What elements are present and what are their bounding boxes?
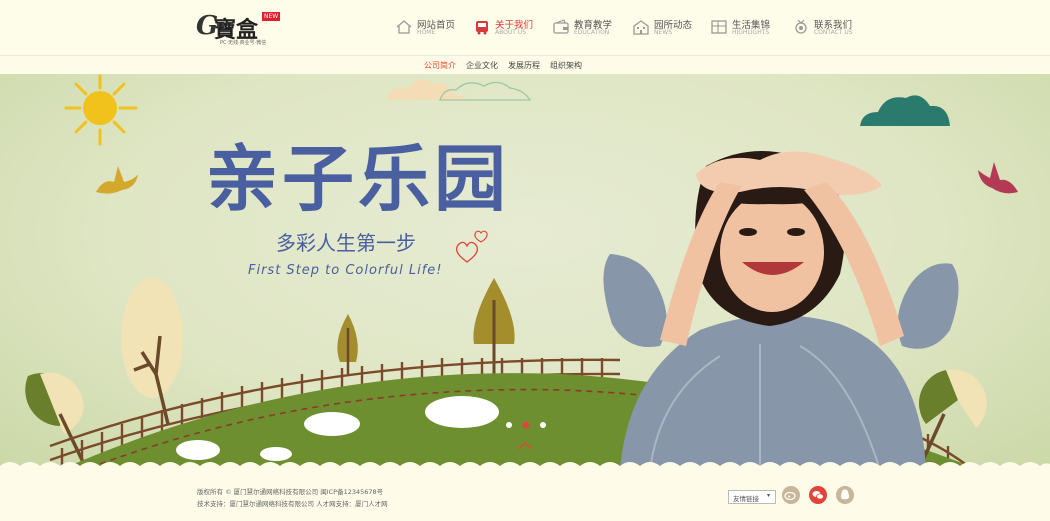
site-logo[interactable]: G 寶盒 NEW PC·无线·商业号·微信 — [196, 9, 286, 49]
slider-dot[interactable] — [540, 422, 546, 428]
tree-icon — [337, 314, 358, 374]
nav-sublabel: EDUCATION — [574, 29, 610, 36]
heart-icon — [474, 230, 488, 243]
support-text: 技术支持：厦门慧尔通网络科技有限公司 人才网支持：厦门人才网 — [197, 500, 388, 508]
slider-dot[interactable] — [506, 422, 512, 428]
cloud-icon — [386, 79, 532, 101]
nav-sublabel: CONTACT US — [814, 29, 853, 36]
medal-icon — [795, 19, 807, 34]
grid-icon — [711, 20, 727, 34]
site-header: G 寶盒 NEW PC·无线·商业号·微信 网站首页 HOME 关于我们 ABO… — [0, 0, 1050, 56]
banner-illustration: 亲子乐园 多彩人生第一步 First Step to Colorful Life… — [0, 74, 1050, 470]
tree-icon — [918, 369, 987, 459]
tree-icon — [121, 278, 183, 425]
heart-icon — [455, 241, 479, 263]
qq-icon[interactable] — [836, 486, 854, 504]
subnav-item-culture[interactable]: 企业文化 — [466, 60, 498, 71]
banner-title: 亲子乐园 — [206, 140, 510, 220]
banner-subtitle: 多彩人生第一步 — [276, 232, 416, 255]
bird-icon — [96, 166, 138, 194]
child-photo — [603, 151, 959, 470]
hero-banner: 亲子乐园 多彩人生第一步 First Step to Colorful Life… — [0, 74, 1050, 470]
friend-links-select[interactable]: 友情链接 ▾ — [728, 490, 776, 504]
subnav-item-history[interactable]: 发展历程 — [508, 60, 540, 71]
slider-dot-active[interactable] — [522, 421, 530, 429]
logo-tagline: PC·无线·商业号·微信 — [220, 40, 267, 46]
home-icon — [396, 20, 412, 34]
nav-sublabel: ABOUT US — [495, 29, 527, 36]
wallet-icon — [553, 19, 569, 34]
weibo-icon[interactable] — [782, 486, 800, 504]
cloud-icon — [860, 95, 950, 126]
copyright-text: 版权所有 © 厦门慧尔通网络科技有限公司 闽ICP备12345678号 — [197, 488, 384, 496]
nav-sublabel: HOME — [417, 29, 436, 36]
chevron-down-icon: ▾ — [767, 492, 771, 499]
nav-sublabel: HIGHLIGHTS — [732, 29, 770, 36]
sub-nav: 公司简介 企业文化 发展历程 组织架构 — [0, 56, 1050, 74]
tree-icon — [473, 278, 515, 374]
nav-sublabel: NEWS — [654, 29, 673, 36]
new-badge: NEW — [262, 12, 281, 21]
bus-icon — [476, 21, 488, 35]
wechat-icon[interactable] — [809, 486, 827, 504]
friend-links-label: 友情链接 — [733, 495, 759, 503]
site-footer: 版权所有 © 厦门慧尔通网络科技有限公司 闽ICP备12345678号 技术支持… — [0, 470, 1050, 521]
building-icon — [633, 20, 649, 35]
bird-icon — [978, 162, 1018, 194]
subnav-item-structure[interactable]: 组织架构 — [550, 60, 582, 71]
banner-english: First Step to Colorful Life! — [248, 263, 443, 278]
sun-icon — [64, 74, 138, 146]
subnav-item-intro[interactable]: 公司简介 — [424, 60, 456, 71]
